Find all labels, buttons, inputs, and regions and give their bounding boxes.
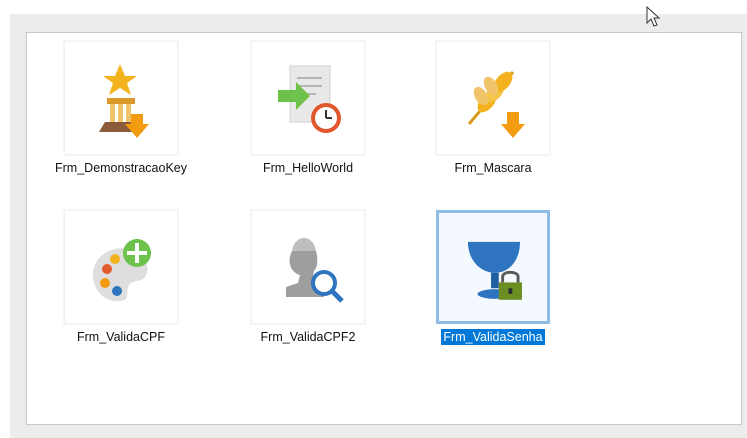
file-thumbnail[interactable] [251, 41, 365, 155]
file-label: Frm_ValidaCPF [77, 330, 165, 344]
file-view-panel[interactable]: Frm_DemonstracaoKey Frm_HelloWorld Frm_M… [26, 32, 742, 425]
file-item-validasenha[interactable]: Frm_ValidaSenha [418, 210, 568, 360]
file-label: Frm_DemonstracaoKey [55, 161, 187, 175]
file-item-helloworld[interactable]: Frm_HelloWorld [233, 41, 383, 191]
file-label: Frm_HelloWorld [262, 161, 354, 175]
palette-plus-icon [93, 239, 151, 302]
file-thumbnail-selected[interactable] [436, 210, 550, 324]
left-strip [0, 0, 10, 438]
top-strip [0, 0, 747, 14]
file-thumbnail[interactable] [251, 210, 365, 324]
document-clock-icon [278, 65, 341, 133]
file-item-mascara[interactable]: Frm_Mascara [418, 41, 568, 191]
file-thumbnail[interactable] [436, 41, 550, 155]
file-item-validacpf[interactable]: Frm_ValidaCPF [46, 210, 196, 360]
file-label: Frm_Mascara [454, 161, 532, 175]
bust-magnifier-icon [286, 238, 344, 303]
file-item-validacpf2[interactable]: Frm_ValidaCPF2 [233, 210, 383, 360]
file-label: Frm_ValidaCPF2 [260, 330, 356, 344]
file-item-demonstracaokey[interactable]: Frm_DemonstracaoKey [46, 41, 196, 191]
wheat-download-icon [467, 71, 525, 138]
trophy-pedestal-download-icon [99, 64, 149, 138]
file-thumbnail[interactable] [64, 210, 178, 324]
mouse-cursor-icon [646, 6, 661, 27]
goblet-lock-icon [467, 241, 522, 300]
file-label-selected[interactable]: Frm_ValidaSenha [418, 329, 568, 345]
file-thumbnail[interactable] [64, 41, 178, 155]
